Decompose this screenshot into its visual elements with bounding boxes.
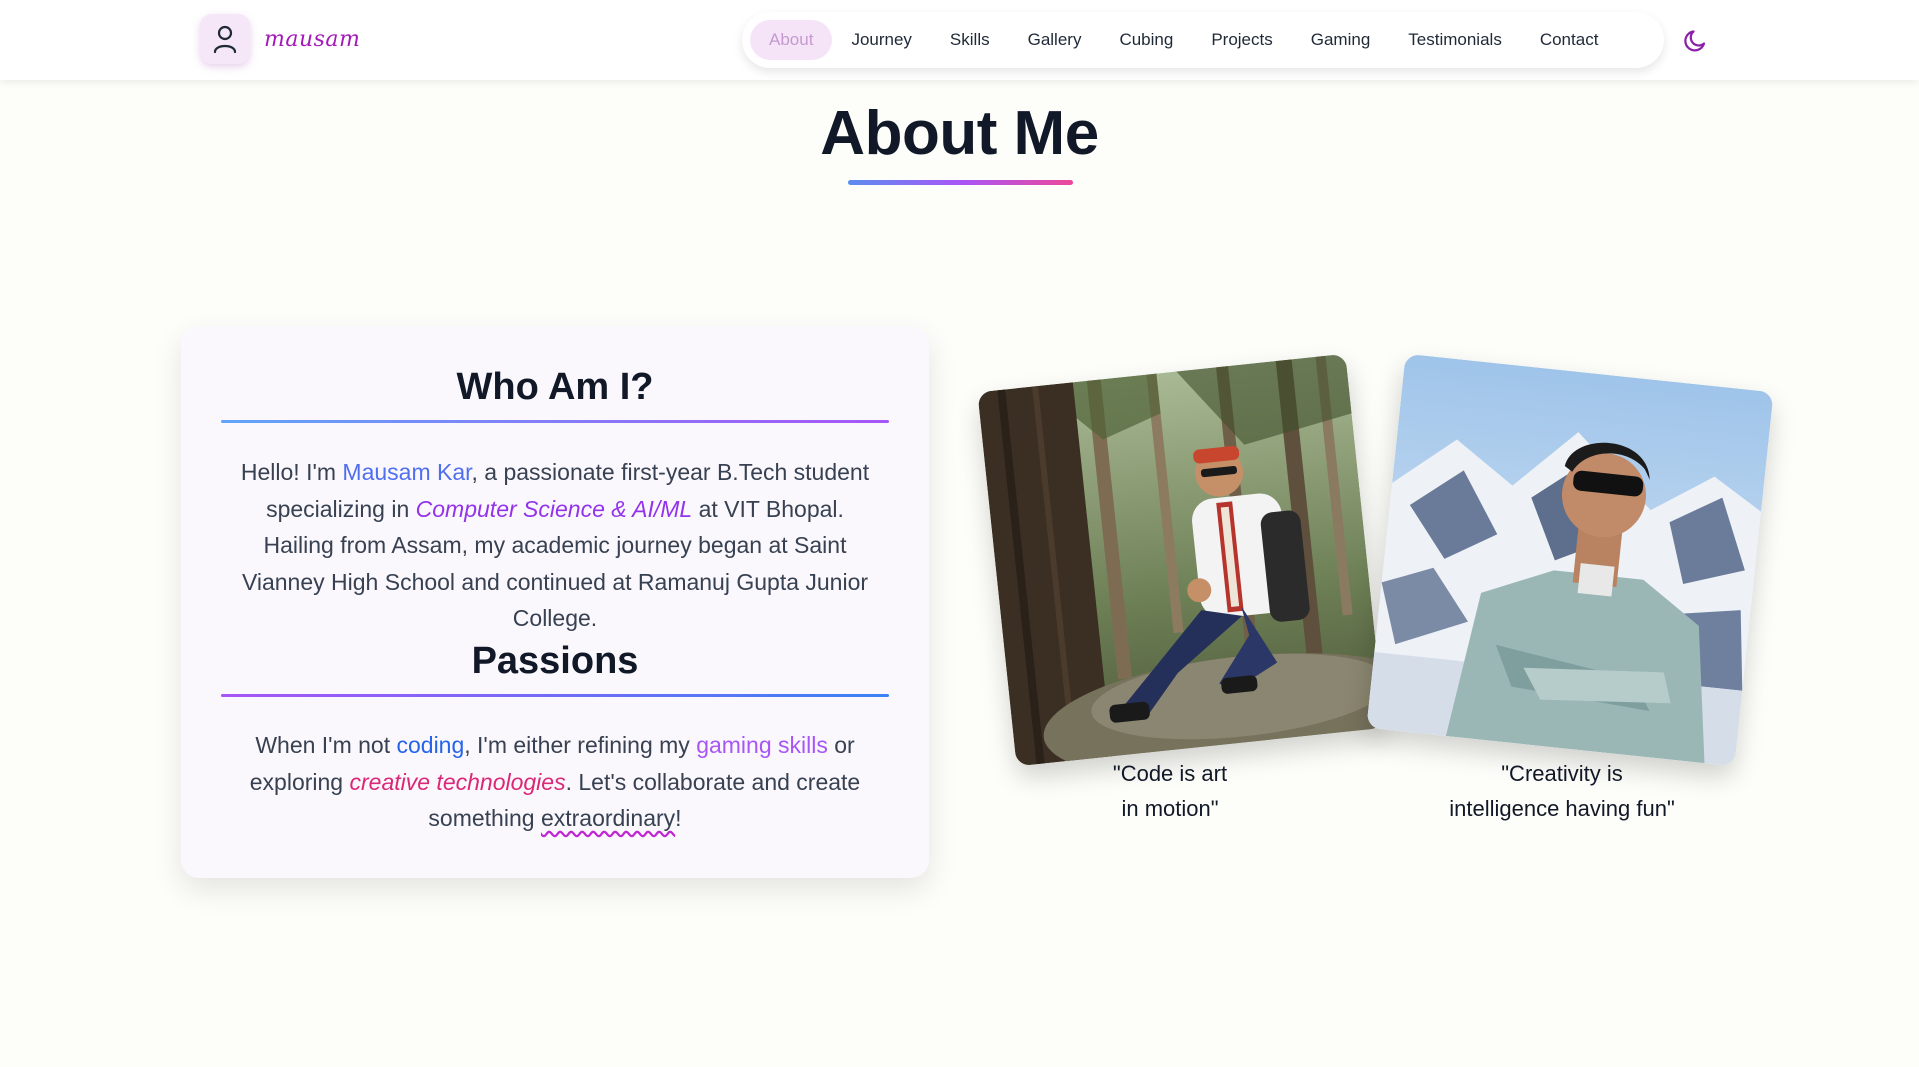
nav-item-testimonials[interactable]: Testimonials xyxy=(1389,20,1521,60)
user-icon xyxy=(213,25,237,54)
nav-item-contact[interactable]: Contact xyxy=(1521,20,1618,60)
photo-caption-2: "Creativity is intelligence having fun" xyxy=(1449,761,1675,821)
about-card: Who Am I? Hello! I'm Mausam Kar, a passi… xyxy=(181,326,929,878)
nav-item-skills[interactable]: Skills xyxy=(931,20,1009,60)
nav-item-gaming[interactable]: Gaming xyxy=(1292,20,1390,60)
photo-forest[interactable] xyxy=(977,353,1385,767)
nav-item-projects[interactable]: Projects xyxy=(1192,20,1291,60)
nav-item-gallery[interactable]: Gallery xyxy=(1009,20,1101,60)
name-highlight: Mausam Kar xyxy=(342,459,472,485)
extraordinary-highlight: extraordinary xyxy=(540,805,676,831)
theme-toggle-button[interactable] xyxy=(1682,26,1710,54)
coding-highlight: coding xyxy=(396,732,465,758)
title-underline xyxy=(848,180,1073,185)
main-nav: About Journey Skills Gallery Cubing Proj… xyxy=(742,12,1664,68)
gaming-highlight: gaming skills xyxy=(696,732,828,758)
logo-avatar[interactable] xyxy=(200,14,250,64)
site-header: mausam About Journey Skills Gallery Cubi… xyxy=(0,0,1919,80)
photo-caption-1: "Code is art in motion" xyxy=(1112,761,1228,821)
nav-item-about[interactable]: About xyxy=(750,20,833,60)
passions-heading: Passions xyxy=(471,640,639,682)
section-title: About Me xyxy=(820,99,1099,168)
field-highlight: Computer Science & AI/ML xyxy=(415,495,693,522)
nav-item-journey[interactable]: Journey xyxy=(832,20,930,60)
nav-item-cubing[interactable]: Cubing xyxy=(1100,20,1192,60)
moon-icon xyxy=(1684,30,1706,52)
brand-name[interactable]: mausam xyxy=(264,27,360,52)
photo-mountain[interactable] xyxy=(1366,353,1774,767)
heading-divider xyxy=(221,420,889,423)
forest-photo-image xyxy=(977,353,1385,767)
who-am-i-heading: Who Am I? xyxy=(456,366,654,408)
creative-highlight: creative technologies xyxy=(349,768,566,795)
heading-divider xyxy=(221,694,889,697)
brand[interactable]: mausam xyxy=(200,14,360,64)
passions-text: When I'm not coding, I'm either refining… xyxy=(249,732,861,831)
mountain-photo-image xyxy=(1366,353,1774,767)
who-am-i-text: Hello! I'm Mausam Kar, a passionate firs… xyxy=(240,459,870,631)
